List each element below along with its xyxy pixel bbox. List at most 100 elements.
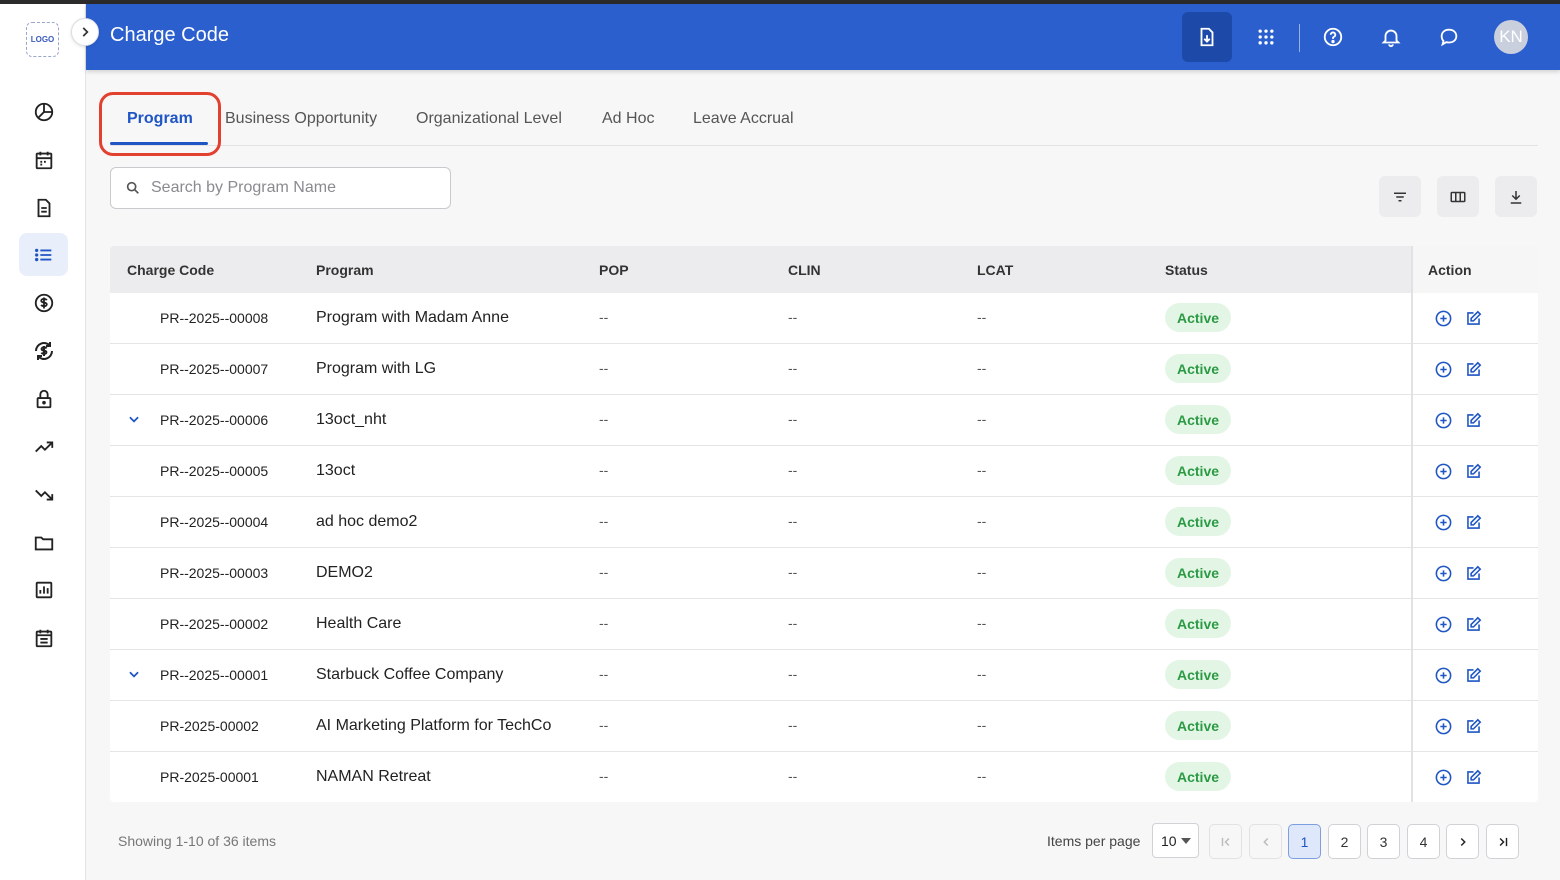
edit-button[interactable] [1462, 766, 1484, 788]
sidebar-item-schedule[interactable] [19, 616, 68, 659]
add-circle-icon [1435, 616, 1451, 632]
edit-button[interactable] [1462, 460, 1484, 482]
edit-button[interactable] [1462, 307, 1484, 329]
table-row[interactable]: PR-2025-00001 NAMAN Retreat -- -- -- Active [110, 752, 1538, 802]
page-button-3[interactable]: 3 [1367, 824, 1400, 859]
columns-button[interactable] [1437, 176, 1479, 217]
edit-button[interactable] [1462, 562, 1484, 584]
add-button[interactable] [1432, 664, 1454, 686]
sidebar-item-charge-code[interactable] [19, 233, 68, 276]
apps-menu-button[interactable] [1243, 14, 1289, 60]
table-row[interactable]: PR--2025--00007 Program with LG -- -- -- Acti… [110, 344, 1538, 395]
sidebar-item-calendar[interactable] [19, 138, 68, 181]
column-header-status[interactable]: Status [1165, 262, 1208, 278]
edit-icon [1466, 565, 1481, 580]
items-per-page-select[interactable]: 10 [1152, 823, 1199, 858]
program-cell: DEMO2 [316, 564, 373, 581]
column-header-program[interactable]: Program [316, 262, 374, 278]
add-button[interactable] [1432, 307, 1454, 329]
table-row[interactable]: PR-2025-00002 AI Marketing Platform for T… [110, 701, 1538, 752]
tab-organizational-level[interactable]: Organizational Level [416, 110, 562, 128]
edit-button[interactable] [1462, 511, 1484, 533]
add-circle-icon [1435, 718, 1451, 734]
table-row[interactable]: PR--2025--00006 13oct_nht -- -- -- Active [110, 395, 1538, 446]
table-row[interactable]: PR--2025--00004 ad hoc demo2 -- -- -- Active [110, 497, 1538, 548]
add-button[interactable] [1432, 358, 1454, 380]
help-button[interactable] [1310, 14, 1356, 60]
add-button[interactable] [1432, 460, 1454, 482]
expand-row-button[interactable] [127, 412, 141, 431]
edit-button[interactable] [1462, 358, 1484, 380]
column-header-charge-code[interactable]: Charge Code [127, 262, 214, 278]
sidebar-item-security[interactable] [19, 377, 68, 420]
sidebar-item-folders[interactable] [19, 521, 68, 564]
table-row[interactable]: PR--2025--00005 13oct -- -- -- Active [110, 446, 1538, 497]
download-button[interactable] [1495, 176, 1537, 217]
sidebar-item-reports[interactable] [19, 568, 68, 611]
download-icon [1510, 190, 1522, 204]
column-header-action: Action [1428, 262, 1472, 278]
add-button[interactable] [1432, 715, 1454, 737]
tab-leave-accrual[interactable]: Leave Accrual [693, 110, 794, 128]
page-button-1[interactable]: 1 [1288, 824, 1321, 859]
lcat-cell: -- [977, 411, 987, 427]
sidebar-item-dashboard[interactable] [19, 90, 68, 133]
edit-button[interactable] [1462, 664, 1484, 686]
add-button[interactable] [1432, 613, 1454, 635]
clin-cell: -- [788, 462, 798, 478]
sidebar-item-billing[interactable] [19, 281, 68, 324]
column-header-lcat[interactable]: LCAT [977, 262, 1013, 278]
charge-code-cell: PR--2025--00004 [160, 514, 269, 530]
page-title: Charge Code [110, 24, 229, 46]
add-button[interactable] [1432, 409, 1454, 431]
edit-button[interactable] [1462, 715, 1484, 737]
action-cell [1413, 395, 1538, 446]
lcat-cell: -- [977, 615, 987, 631]
export-document-button[interactable] [1182, 12, 1232, 62]
filter-button[interactable] [1379, 176, 1421, 217]
add-circle-icon [1435, 667, 1451, 683]
sidebar-item-transactions[interactable] [19, 329, 68, 372]
program-cell: ad hoc demo2 [316, 513, 418, 530]
notifications-button[interactable] [1368, 14, 1414, 60]
sidebar-item-decline[interactable] [19, 473, 68, 516]
tab-business-opportunity[interactable]: Business Opportunity [225, 110, 377, 128]
table-row[interactable]: PR--2025--00002 Health Care -- -- -- Active [110, 599, 1538, 650]
user-avatar[interactable]: KN [1494, 20, 1528, 54]
add-button[interactable] [1432, 511, 1454, 533]
action-cell [1413, 446, 1538, 497]
items-per-page-value: 10 [1161, 832, 1177, 849]
lcat-cell: -- [977, 513, 987, 529]
edit-button[interactable] [1462, 613, 1484, 635]
messages-button[interactable] [1426, 14, 1472, 60]
add-button[interactable] [1432, 766, 1454, 788]
sidebar-item-documents[interactable] [19, 186, 68, 229]
program-cell: 13oct_nht [316, 411, 387, 428]
chevron-down-icon [129, 416, 139, 423]
page-button-2[interactable]: 2 [1328, 824, 1361, 859]
table-row[interactable]: PR--2025--00008 Program with Madam Anne --… [110, 293, 1538, 344]
tab-ad-hoc[interactable]: Ad Hoc [602, 110, 654, 128]
expand-row-button[interactable] [127, 667, 141, 686]
column-header-clin[interactable]: CLIN [788, 262, 821, 278]
edit-button[interactable] [1462, 409, 1484, 431]
table-row[interactable]: PR--2025--00001 Starbuck Coffee Company --… [110, 650, 1538, 701]
next-page-button[interactable] [1446, 824, 1479, 859]
page-button-4[interactable]: 4 [1407, 824, 1440, 859]
pop-cell: -- [599, 309, 609, 325]
table-row[interactable]: PR--2025--00003 DEMO2 -- -- -- Active [110, 548, 1538, 599]
program-cell: Starbuck Coffee Company [316, 666, 504, 683]
first-page-button[interactable] [1209, 824, 1242, 859]
chevron-left-icon [1262, 837, 1268, 846]
add-button[interactable] [1432, 562, 1454, 584]
action-cell [1413, 293, 1538, 344]
program-cell: NAMAN Retreat [316, 768, 431, 785]
previous-page-button[interactable] [1249, 824, 1282, 859]
search-input[interactable] [151, 179, 431, 197]
sidebar-item-growth[interactable] [19, 425, 68, 468]
trending-up-icon [34, 441, 53, 452]
column-header-pop[interactable]: POP [599, 262, 629, 278]
last-page-button[interactable] [1486, 824, 1519, 859]
action-cell [1413, 548, 1538, 599]
sidebar-expand-button[interactable] [71, 18, 99, 46]
